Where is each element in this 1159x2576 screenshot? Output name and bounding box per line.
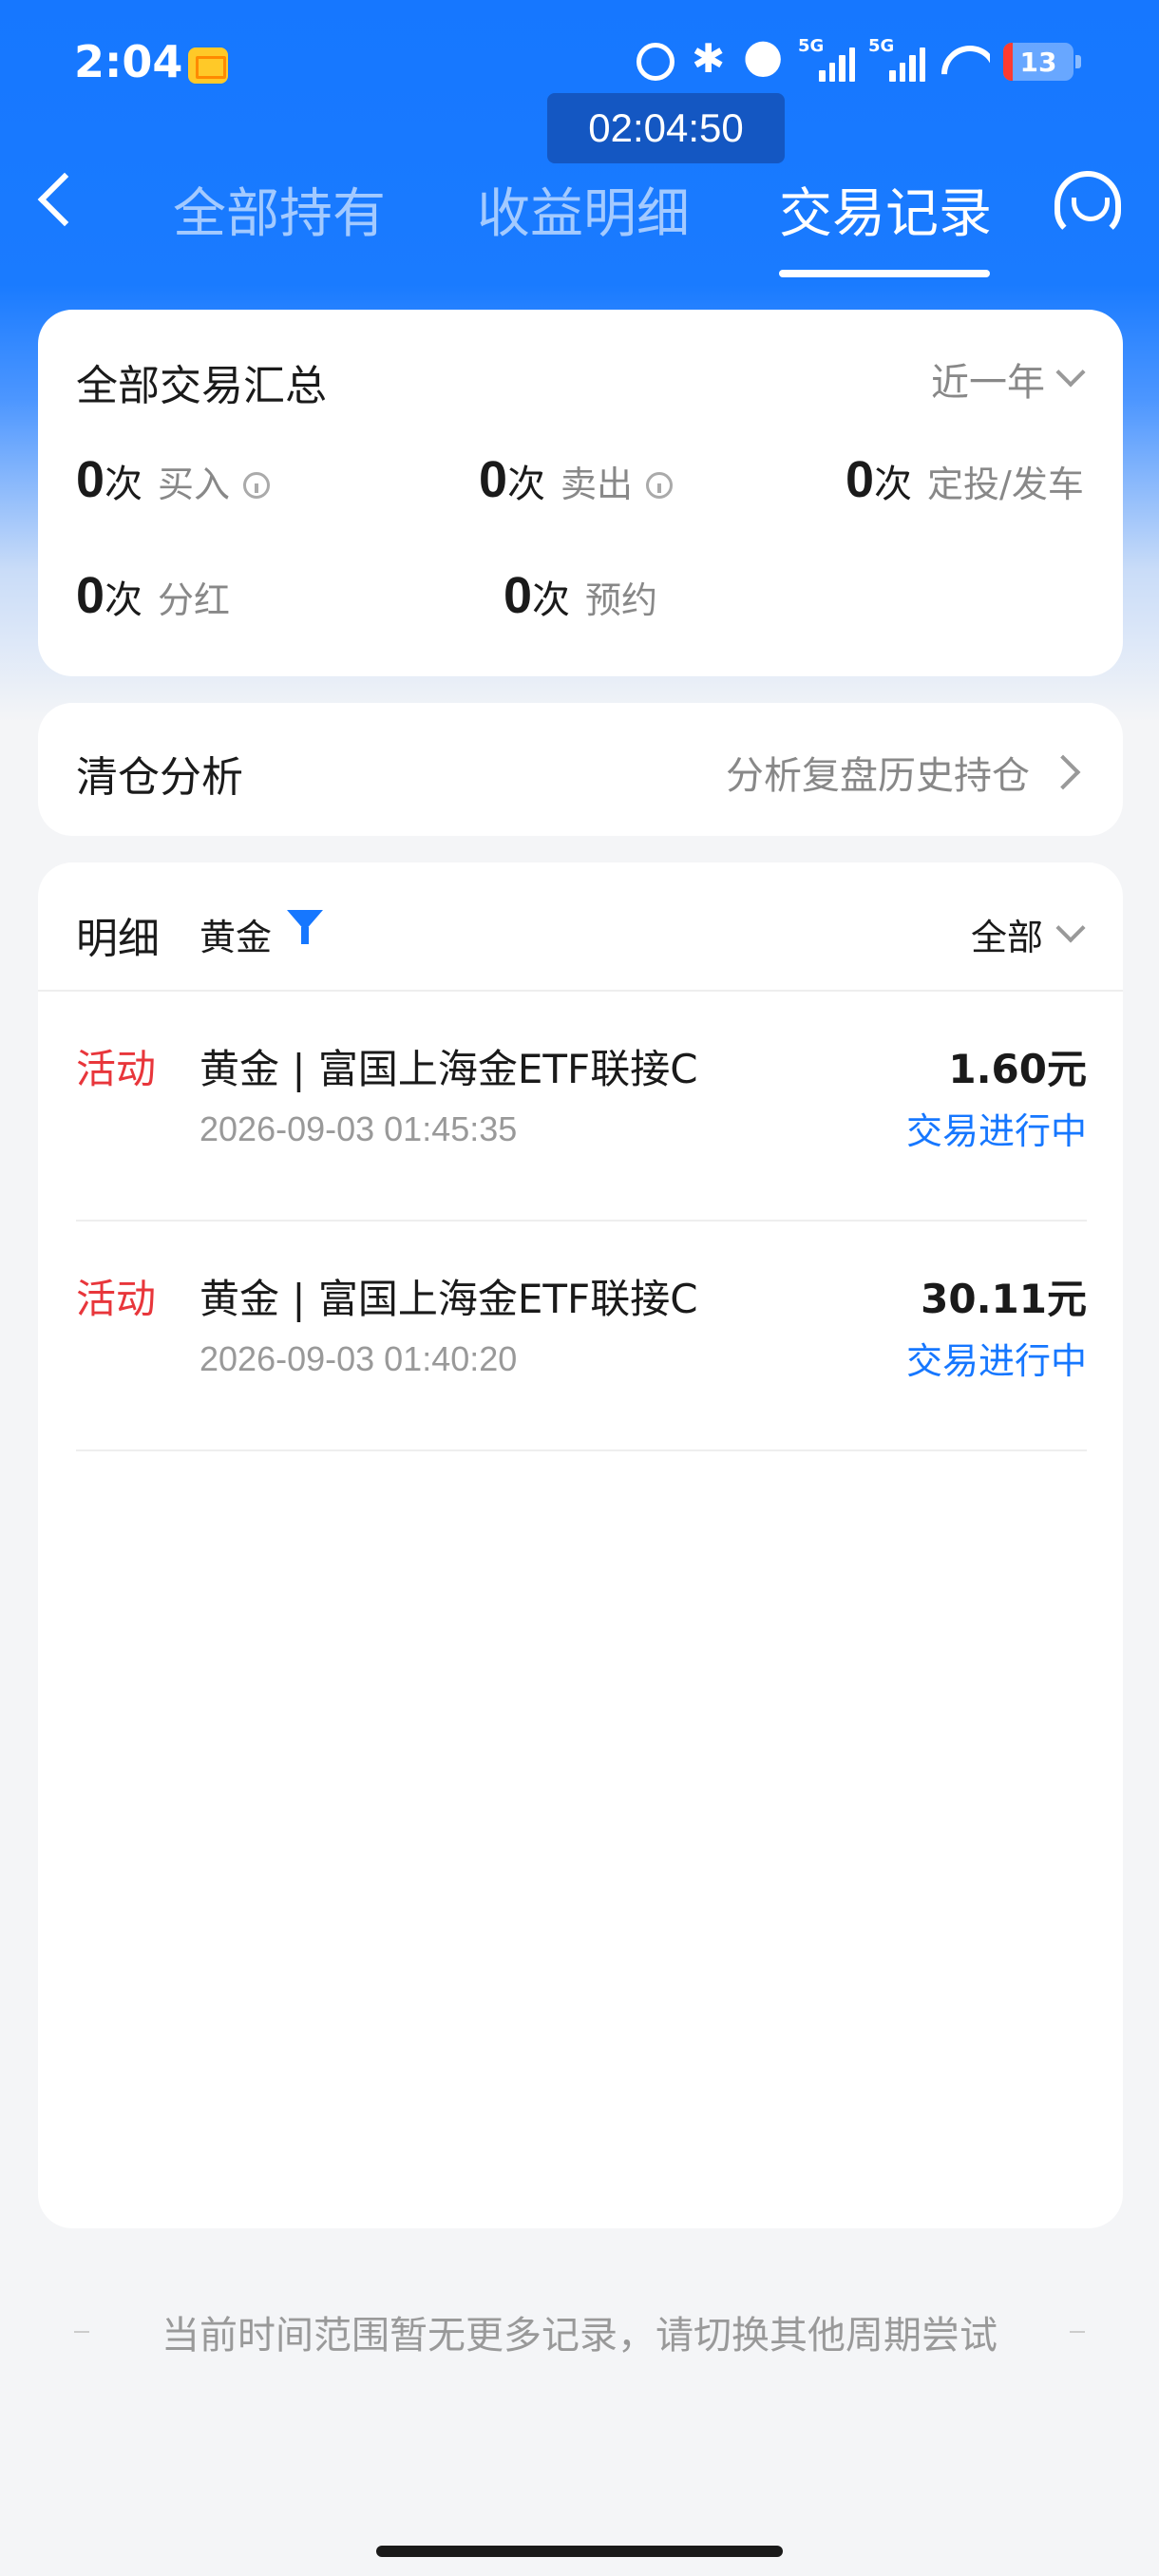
wifi-icon [939,42,990,82]
clearance-link-label: 分析复盘历史持仓 [726,754,1030,798]
customer-service-icon[interactable] [1054,171,1121,237]
stat-auto-invest: 0 次 定投/发车 [846,450,1084,509]
period-label: 近一年 [931,361,1045,405]
stat-reservation-count: 0 [504,567,533,624]
scope-selector[interactable]: 全部 [970,908,1086,960]
chevron-right-icon [1045,754,1081,790]
transaction-tag: 活动 [76,1046,157,1092]
stat-auto-invest-label: 定投/发车 [927,464,1084,505]
status-time: 2:04 [74,36,183,87]
detail-title: 明细 [76,915,160,963]
no-more-records-note: 当前时间范围暂无更多记录，请切换其他周期尝试 [0,2304,1159,2359]
filter-icon[interactable] [287,910,323,948]
stat-dividend-count: 0 [76,567,105,624]
stat-buy: 0 次 买入 [76,450,271,509]
signal-icon-2: 5G [868,36,925,82]
clearance-link[interactable]: 分析复盘历史持仓 [726,745,1081,800]
stat-sell-count: 0 [479,451,508,508]
transaction-row[interactable]: 活动 黄金 | 富国上海金ETF联接C 2026-09-03 01:45:35 … [76,992,1087,1222]
clearance-analysis-card[interactable]: 清仓分析 分析复盘历史持仓 [38,703,1123,836]
bluetooth-icon [688,35,730,83]
battery-icon: 13 [1003,43,1081,81]
transaction-amount: 1.60元 [948,1046,1087,1092]
clearance-title: 清仓分析 [76,753,243,802]
period-selector[interactable]: 近一年 [931,351,1086,407]
transaction-tag: 活动 [76,1276,157,1322]
filter-tag[interactable]: 黄金 [200,908,272,960]
stat-sell-unit: 次 [507,463,546,506]
mail-notification-icon [188,47,228,84]
stat-auto-invest-count: 0 [846,451,875,508]
active-tab-indicator [779,270,990,277]
signal-label-2: 5G [868,36,895,56]
stat-sell: 0 次 卖出 [479,450,674,509]
detail-card: 明细 黄金 全部 活动 黄金 | 富国上海金ETF联接C 2026-09-03 … [38,862,1123,2228]
transaction-amount: 30.11元 [921,1276,1087,1322]
mute-icon [743,41,785,83]
chevron-down-icon [1055,357,1086,388]
tab-trade-records[interactable]: 交易记录 [779,171,992,248]
info-icon[interactable] [646,472,674,499]
signal-icon-1: 5G [798,36,855,82]
status-icons: 5G 5G 13 [636,35,1081,85]
stat-reservation-label: 预约 [585,579,658,621]
tab-earnings-detail[interactable]: 收益明细 [477,171,690,248]
transaction-row[interactable]: 活动 黄金 | 富国上海金ETF联接C 2026-09-03 01:40:20 … [76,1222,1087,1451]
stat-buy-count: 0 [76,451,105,508]
signal-label-1: 5G [798,36,825,56]
transaction-name: 黄金 | 富国上海金ETF联接C [200,1276,698,1322]
stat-buy-unit: 次 [104,463,143,506]
stat-dividend: 0 次 分红 [76,566,230,625]
transaction-time: 2026-09-03 01:40:20 [200,1339,518,1378]
stat-sell-label: 卖出 [560,464,634,505]
stat-reservation-unit: 次 [532,578,571,622]
stat-dividend-label: 分红 [158,579,231,621]
screen-record-timer: 02:04:50 [547,93,785,163]
transaction-time: 2026-09-03 01:45:35 [200,1109,518,1148]
stat-auto-invest-unit: 次 [874,463,913,506]
home-indicator[interactable] [376,2546,783,2557]
info-icon[interactable] [243,472,271,499]
transaction-status: 交易进行中 [905,1110,1087,1152]
scope-label: 全部 [970,917,1043,958]
detail-header: 明细 黄金 全部 [38,862,1123,992]
stat-dividend-unit: 次 [104,578,143,622]
stat-buy-label: 买入 [158,464,231,505]
trade-summary-card: 全部交易汇总 近一年 0 次 买入 0 次 卖出 0 次 定投/发车 0 次 分… [38,310,1123,676]
battery-level: 13 [1019,46,1057,78]
alarm-icon [636,43,674,81]
chevron-down-icon [1055,912,1086,943]
transaction-name: 黄金 | 富国上海金ETF联接C [200,1046,698,1092]
stat-reservation: 0 次 预约 [504,566,657,625]
transaction-status: 交易进行中 [905,1340,1087,1382]
tab-all-holdings[interactable]: 全部持有 [173,171,386,248]
summary-title: 全部交易汇总 [76,362,327,410]
